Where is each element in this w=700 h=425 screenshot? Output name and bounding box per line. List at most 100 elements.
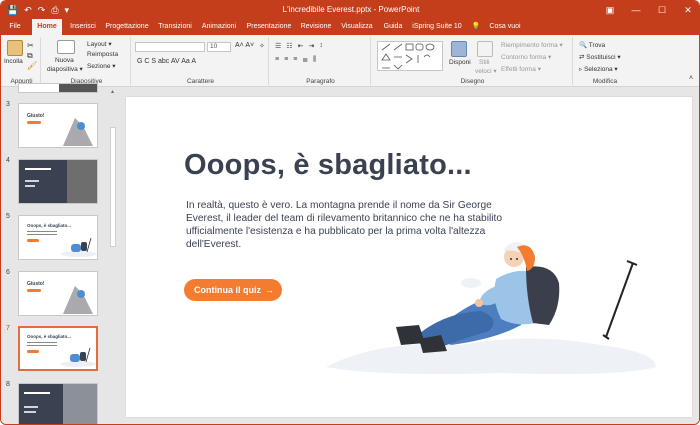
- paste-icon[interactable]: [7, 40, 23, 56]
- layout-button[interactable]: Layout ▾: [87, 40, 112, 48]
- continue-quiz-button[interactable]: Continua il quiz →: [184, 279, 282, 301]
- line-spacing-icon[interactable]: ↕: [319, 42, 323, 50]
- tell-me-search[interactable]: Cosa vuoi fare?: [481, 19, 529, 46]
- thumb-text-line: [24, 406, 38, 408]
- find-button[interactable]: 🔍 Trova: [579, 41, 605, 49]
- tab-ispring[interactable]: iSpring Suite 10: [411, 19, 463, 35]
- quick-styles-icon[interactable]: [477, 41, 493, 57]
- tab-presentazione[interactable]: Presentazione: [245, 19, 293, 35]
- shapes-gallery-icons: [381, 43, 435, 70]
- tab-guida[interactable]: Guida: [380, 19, 406, 35]
- scrollbar-thumb[interactable]: [110, 127, 116, 247]
- thumbnail-slide-4[interactable]: [18, 159, 98, 204]
- slide-number: 6: [6, 269, 10, 276]
- slide-heading[interactable]: Ooops, è sbagliato...: [184, 149, 472, 182]
- powerpoint-window: 💾 ↶ ↷ ⎙ ▾ L'incredibile Everest.pptx - P…: [0, 0, 700, 425]
- numbering-icon[interactable]: ☷: [286, 42, 292, 50]
- grow-shrink-font-icon[interactable]: A˄ A˅: [235, 42, 254, 49]
- text-format-row[interactable]: G C S abc AV Aa A: [137, 58, 196, 65]
- tab-inserisci[interactable]: Inserisci: [65, 19, 101, 35]
- increase-indent-icon[interactable]: ⇥: [308, 42, 314, 50]
- thumb-text-line: [24, 411, 36, 413]
- tab-visualizza[interactable]: Visualizza: [339, 19, 375, 35]
- thumb-title: Giusto!: [27, 113, 45, 119]
- title-bar: 💾 ↶ ↷ ⎙ ▾ L'incredibile Everest.pptx - P…: [1, 1, 699, 19]
- arrow-right-icon: →: [265, 285, 274, 295]
- quick-styles-button[interactable]: Stili: [479, 59, 489, 66]
- thumb-photo: [67, 160, 97, 203]
- align-left-icon[interactable]: ≡: [275, 56, 279, 64]
- reset-button[interactable]: Reimposta: [87, 51, 118, 58]
- group-label-modifica: Modifica: [592, 78, 618, 85]
- group-label-carattere: Carattere: [186, 78, 215, 85]
- shape-fill-button[interactable]: Riempimento forma ▾: [501, 41, 563, 49]
- tab-transizioni[interactable]: Transizioni: [155, 19, 195, 35]
- thumb-cta: [27, 239, 39, 242]
- tab-animazioni[interactable]: Animazioni: [199, 19, 239, 35]
- replace-icon: ⇄: [579, 54, 585, 61]
- thumb-dark-panel: [19, 384, 63, 424]
- paste-button[interactable]: Incolla: [4, 58, 23, 65]
- justify-icon[interactable]: ≣: [302, 56, 308, 64]
- thumb-mountain-illustration: [63, 118, 93, 146]
- list-buttons-row: ☰ ☷ ⇤ ⇥ ↕: [275, 42, 323, 50]
- ribbon-tabs: File Home Inserisci Progettazione Transi…: [1, 19, 699, 46]
- close-button[interactable]: ✕: [675, 1, 699, 19]
- slide-number: 3: [6, 101, 10, 108]
- tab-progettazione[interactable]: Progettazione: [104, 19, 150, 35]
- bullets-icon[interactable]: ☰: [275, 42, 281, 50]
- thumb-text-line: [27, 231, 57, 232]
- thumb-mountain-illustration: [63, 286, 93, 314]
- format-painter-icon[interactable]: 🖌: [27, 61, 37, 70]
- section-button[interactable]: Sezione ▾: [87, 62, 116, 70]
- thumb-text-line: [25, 180, 39, 182]
- minimize-button[interactable]: —: [623, 1, 649, 19]
- thumbnail-slide-6[interactable]: Giusto!: [18, 271, 98, 316]
- tab-home[interactable]: Home: [32, 19, 62, 35]
- arrange-icon[interactable]: [451, 41, 467, 57]
- thumb-title: Ooops, è sbagliato...: [27, 223, 72, 228]
- thumb-sitting-illustration: [61, 237, 97, 257]
- thumbnail-slide-5[interactable]: Ooops, è sbagliato...: [18, 215, 98, 260]
- group-diapositive: Nuova diapositiva ▾ Layout ▾ Reimposta S…: [43, 37, 131, 85]
- collapse-ribbon-icon[interactable]: ˄: [689, 75, 693, 82]
- font-size-field[interactable]: 10: [207, 42, 231, 52]
- columns-icon[interactable]: ⫼: [313, 56, 316, 64]
- clear-formatting-icon[interactable]: ✧: [259, 42, 265, 50]
- thumb-cta: [27, 350, 39, 353]
- arrange-button[interactable]: Disponi: [449, 59, 471, 66]
- thumbnails-scrollbar[interactable]: ▲: [109, 87, 117, 424]
- tab-file[interactable]: File: [5, 19, 25, 35]
- slide-number: 5: [6, 213, 10, 220]
- align-center-icon[interactable]: ≡: [284, 56, 288, 64]
- copy-icon[interactable]: ⧉: [27, 51, 33, 61]
- quick-styles-dropdown[interactable]: veloci ▾: [475, 67, 497, 75]
- align-right-icon[interactable]: ≡: [293, 56, 297, 64]
- scroll-up-icon[interactable]: ▲: [110, 89, 115, 95]
- thumbnail-slide-3[interactable]: Giusto!: [18, 103, 98, 148]
- replace-button[interactable]: ⇄ Sostituisci ▾: [579, 53, 621, 61]
- new-slide-dropdown[interactable]: diapositiva ▾: [47, 65, 83, 73]
- cut-icon[interactable]: ✂: [27, 41, 34, 50]
- thumb-title: Giusto!: [27, 281, 45, 287]
- decrease-indent-icon[interactable]: ⇤: [298, 42, 304, 50]
- font-name-field[interactable]: [135, 42, 205, 52]
- select-button[interactable]: ▹ Seleziona ▾: [579, 65, 618, 73]
- new-slide-button[interactable]: Nuova: [55, 57, 74, 64]
- ribbon-display-icon[interactable]: ▣: [597, 1, 623, 19]
- current-slide[interactable]: Ooops, è sbagliato... In realtà, questo …: [126, 97, 692, 417]
- shapes-gallery[interactable]: [377, 41, 443, 71]
- tab-revisione[interactable]: Revisione: [298, 19, 334, 35]
- maximize-button[interactable]: ☐: [649, 1, 675, 19]
- slide-number: 8: [6, 381, 10, 388]
- new-slide-icon[interactable]: [57, 40, 75, 54]
- shape-effects-button[interactable]: Effetti forma ▾: [501, 65, 541, 73]
- thumbnail-partial[interactable]: [18, 83, 98, 93]
- thumb-sitting-illustration: [60, 347, 96, 367]
- shape-outline-button[interactable]: Contorno forma ▾: [501, 53, 551, 61]
- group-paragrafo: ☰ ☷ ⇤ ⇥ ↕ ≡ ≡ ≡ ≣ ⫼ Paragrafo: [271, 37, 371, 85]
- group-disegno: Disponi Stili veloci ▾ Riempimento forma…: [373, 37, 573, 85]
- thumbnail-slide-8[interactable]: [18, 383, 98, 424]
- thumb-title: Ooops, è sbagliato...: [27, 334, 72, 339]
- thumbnail-slide-7-selected[interactable]: Ooops, è sbagliato...: [18, 326, 98, 371]
